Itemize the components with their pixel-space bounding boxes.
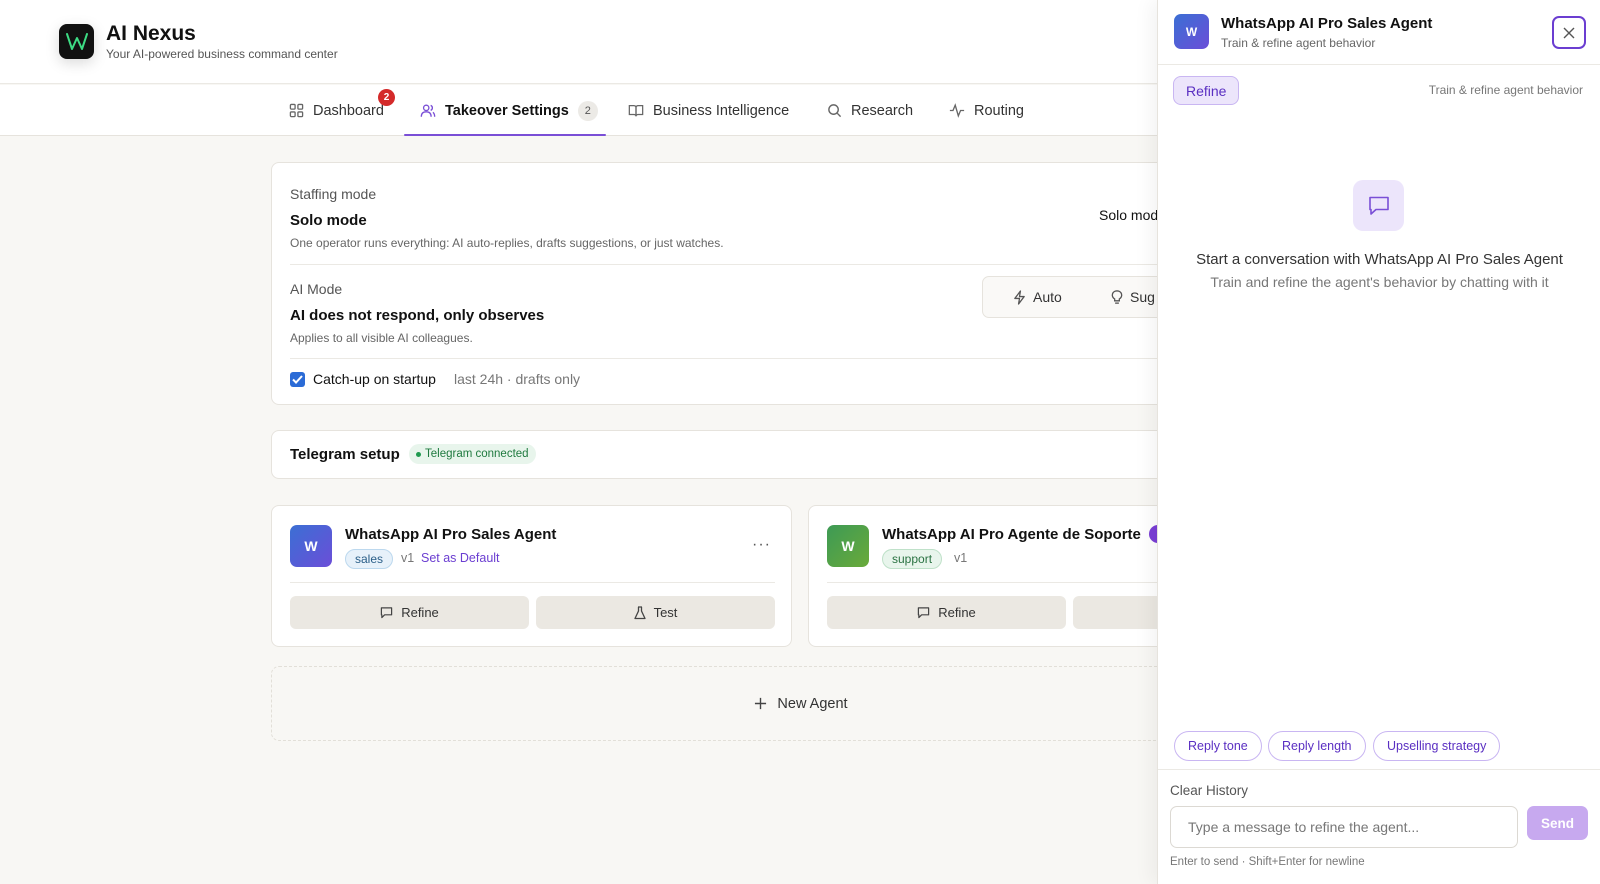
close-icon — [1563, 27, 1575, 38]
tab-dashboard[interactable]: Dashboard — [289, 85, 384, 136]
grid-icon — [289, 103, 304, 118]
divider — [1158, 769, 1600, 770]
refine-agent-panel: W WhatsApp AI Pro Sales Agent Train & re… — [1157, 0, 1600, 884]
agent-avatar: W — [290, 525, 332, 567]
empty-state-subtitle: Train and refine the agent's behavior by… — [1210, 274, 1549, 290]
set-default-link[interactable]: Set as Default — [421, 551, 500, 565]
tab-bi-label: Business Intelligence — [653, 102, 790, 119]
app-subtitle: Your AI-powered business command center — [106, 47, 338, 61]
message-icon — [380, 607, 393, 619]
tab-research-label: Research — [851, 102, 914, 119]
refine-tab[interactable]: Refine — [1173, 76, 1240, 105]
empty-state-title: Start a conversation with WhatsApp AI Pr… — [1196, 251, 1563, 268]
catchup-note: last 24h · drafts only — [454, 371, 581, 387]
chip-reply-length[interactable]: Reply length — [1268, 731, 1366, 761]
tab-business-intelligence[interactable]: Business Intelligence — [628, 85, 789, 136]
message-icon — [917, 607, 930, 619]
staffing-mode-title: Solo mode — [290, 212, 367, 229]
divider — [290, 582, 775, 583]
mode-suggest-label: Sug — [1130, 289, 1155, 305]
agent-refine-button[interactable]: Refine — [827, 596, 1066, 629]
staffing-mode-select[interactable]: Solo mod — [1099, 207, 1158, 223]
plus-icon — [755, 697, 767, 710]
search-icon — [828, 104, 842, 118]
tab-takeover-settings[interactable]: Takeover Settings 2 — [420, 85, 598, 136]
agent-card-sales: W WhatsApp AI Pro Sales Agent sales v1 S… — [271, 505, 792, 647]
divider — [290, 264, 1170, 265]
staffing-mode-label: Staffing mode — [290, 186, 377, 202]
agent-version: v1 — [401, 551, 415, 565]
lightbulb-icon — [1111, 289, 1123, 304]
takeover-count: 2 — [577, 100, 598, 121]
tab-routing[interactable]: Routing — [949, 85, 1024, 136]
mode-auto-button[interactable]: Auto — [1013, 277, 1062, 317]
telegram-setup-card[interactable]: Telegram setup Telegram connected — [271, 430, 1171, 479]
panel-header: W WhatsApp AI Pro Sales Agent Train & re… — [1158, 0, 1600, 65]
more-options-icon[interactable]: ··· — [752, 536, 771, 554]
activity-icon — [949, 103, 965, 118]
input-hint: Enter to send · Shift+Enter for newline — [1170, 856, 1365, 868]
staffing-mode-desc: One operator runs everything: AI auto-re… — [290, 236, 724, 250]
ai-mode-label: AI Mode — [290, 281, 343, 297]
agent-name: WhatsApp AI Pro Agente de Soporte — [882, 526, 1141, 543]
agent-tag: sales — [345, 549, 394, 569]
lightning-icon — [1014, 289, 1025, 305]
telegram-status-badge: Telegram connected — [409, 444, 536, 464]
agent-name: WhatsApp AI Pro Sales Agent — [345, 526, 557, 543]
tab-takeover-label: Takeover Settings — [445, 102, 569, 119]
w-logo-icon[interactable] — [59, 24, 94, 59]
refine-label: Refine — [938, 605, 976, 620]
agent-test-button[interactable]: Test — [536, 596, 775, 629]
panel-note: Train & refine agent behavior — [1428, 83, 1583, 97]
new-agent-label: New Agent — [777, 695, 848, 712]
mode-auto-label: Auto — [1033, 289, 1062, 305]
mode-suggest-button[interactable]: Sug — [1111, 277, 1155, 317]
check-icon — [292, 375, 303, 384]
chip-upselling-strategy[interactable]: Upselling strategy — [1373, 731, 1501, 761]
panel-agent-avatar: W — [1174, 14, 1209, 49]
chat-bubble-icon — [1353, 180, 1404, 231]
active-tab-indicator — [404, 134, 606, 136]
ai-mode-desc: Applies to all visible AI colleagues. — [290, 331, 473, 345]
tab-dashboard-label: Dashboard — [313, 102, 384, 119]
refine-message-input[interactable] — [1170, 806, 1518, 848]
telegram-title: Telegram setup — [290, 446, 400, 463]
send-button[interactable]: Send — [1527, 806, 1588, 840]
test-label: Test — [653, 605, 678, 620]
takeover-settings-card: Staffing mode Solo mode One operator run… — [271, 162, 1192, 405]
ai-mode-title: AI does not respond, only observes — [290, 307, 545, 324]
catchup-label: Catch-up on startup — [313, 371, 436, 387]
agent-tag: support — [882, 549, 943, 569]
dashboard-badge: 2 — [378, 89, 395, 106]
panel-title: WhatsApp AI Pro Sales Agent — [1221, 15, 1433, 32]
tab-routing-label: Routing — [974, 102, 1024, 119]
panel-subtitle: Train & refine agent behavior — [1221, 36, 1376, 50]
chip-reply-tone[interactable]: Reply tone — [1174, 731, 1262, 761]
agent-avatar: W — [827, 525, 869, 567]
app-title: AI Nexus — [106, 22, 196, 45]
agent-refine-button[interactable]: Refine — [290, 596, 529, 629]
close-panel-button[interactable] — [1552, 16, 1586, 49]
tab-research[interactable]: Research — [827, 85, 913, 136]
flask-icon — [633, 605, 646, 619]
agent-version: v1 — [954, 551, 968, 565]
refine-label: Refine — [401, 605, 439, 620]
catchup-checkbox[interactable] — [290, 372, 305, 387]
divider — [290, 358, 1170, 359]
clear-history-button[interactable]: Clear History — [1170, 783, 1248, 798]
book-icon — [628, 104, 644, 117]
users-icon — [420, 104, 436, 117]
